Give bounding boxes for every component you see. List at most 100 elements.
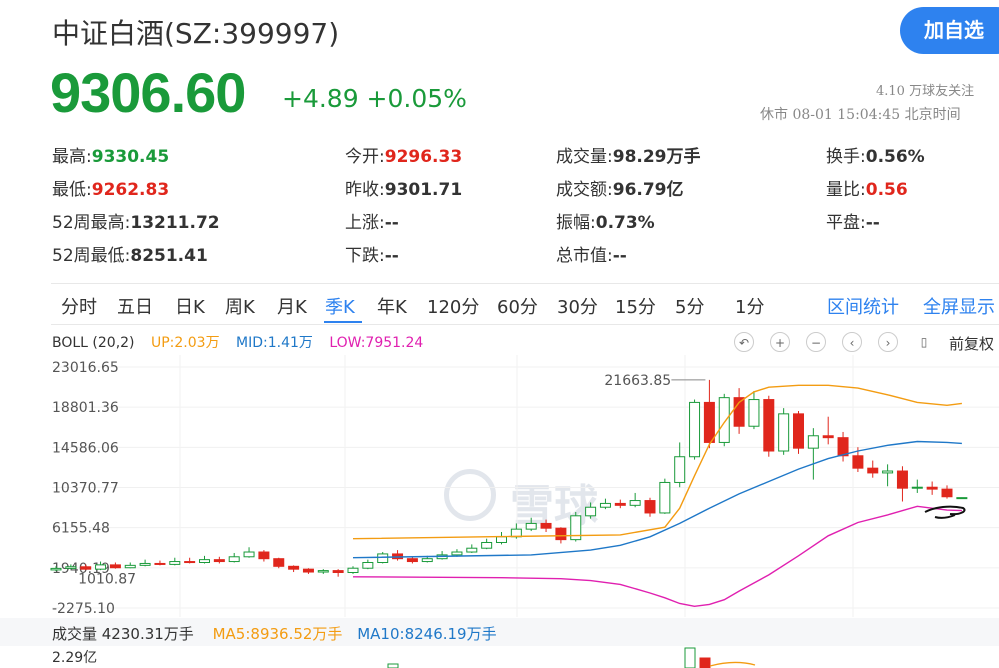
add-to-watchlist-button[interactable]: 加自选 [900,7,999,54]
tab-8[interactable]: 60分 [497,293,538,319]
candle-body [406,558,418,563]
stat-8: 52周最高:13211.72 [52,208,220,233]
candle-body [451,551,463,556]
tab-2[interactable]: 日K [175,293,205,319]
price-adjust-select[interactable]: 前复权 [949,333,994,354]
boll-mid-value: MID:1.41万 [236,335,313,351]
tab-0[interactable]: 分时 [61,293,97,319]
stat-label: 换手: [826,147,866,167]
candle-icon[interactable]: ▯ [914,332,934,352]
stat-12: 52周最低:8251.41 [52,241,208,266]
zoom-in-icon[interactable]: + [770,332,790,352]
max-price-annotation: 21663.85 [604,373,671,389]
candle-body [124,564,136,569]
stat-9: 上涨:-- [345,208,399,233]
candle-body [956,497,968,500]
stat-13: 下跌:-- [345,241,399,266]
tab-11[interactable]: 5分 [675,293,704,319]
scroll-right-icon[interactable]: › [878,332,898,352]
y-tick-label: 14586.06 [52,440,119,456]
volume-ma5-line [709,661,756,667]
candle-body [199,559,210,563]
stat-value: 13211.72 [130,213,220,233]
boll-mid-line [352,440,962,559]
stat-label: 成交量: [556,147,613,167]
candle-body [837,437,849,457]
candle-body [496,536,507,543]
stat-value: -- [384,213,399,233]
candle-body [882,470,894,474]
candle-body [585,506,597,517]
candle-body [258,551,270,560]
stat-11: 平盘:-- [826,208,880,233]
candle-body [169,561,181,565]
candle-body [273,558,285,567]
candle-body [184,561,196,564]
stat-value: 9330.45 [91,147,170,167]
follower-count[interactable]: 4.10 万球友关注 [876,80,974,99]
candle-body [481,541,493,549]
stat-3: 换手:0.56% [826,142,925,167]
kline-chart[interactable]: 23016.65 18801.36 14586.06 10370.77 6155.48 1… [0,355,999,617]
y-tick-label: 10370.77 [52,481,119,497]
volume-value: 成交量 4230.31万手 [52,625,194,643]
tab-7[interactable]: 120分 [427,293,479,319]
tab-5[interactable]: 季K [325,293,355,319]
stat-value: 9262.83 [91,180,170,200]
tab-12[interactable]: 1分 [735,293,764,319]
volume-bar [699,657,711,668]
min-price-annotation: 1010.87 [78,572,136,588]
stat-value: 0.56% [865,147,925,167]
indicator-name[interactable]: BOLL (20,2) [52,335,135,351]
tab-6[interactable]: 年K [377,293,407,319]
stat-4: 最低:9262.83 [52,175,169,200]
candle-body [793,413,804,449]
stat-label: 成交额: [556,180,613,200]
stat-label: 昨收: [345,180,385,200]
stat-label: 上涨: [345,213,385,233]
stat-value: 9296.33 [384,147,463,167]
price-change: +4.89 +0.05% [282,84,467,113]
fullscreen-link[interactable]: 全屏显示 [923,293,995,319]
stat-label: 52周最低: [52,246,131,266]
range-stats-link[interactable]: 区间统计 [827,293,899,319]
candle-body [748,399,760,427]
y-tick-label: 18801.36 [52,400,119,416]
candle-body [243,551,255,558]
stat-7: 量比:0.56 [826,175,908,200]
stat-6: 成交额:96.79亿 [556,175,684,200]
candle-body [213,559,225,563]
tab-3[interactable]: 周K [225,293,255,319]
stat-value: 98.29万手 [612,147,701,167]
stat-value: 96.79亿 [612,180,684,200]
stat-value: 8251.41 [130,246,208,266]
stat-label: 最高: [52,147,92,167]
candle-body [377,553,389,563]
tab-9[interactable]: 30分 [557,293,598,319]
candle-body [317,570,329,573]
active-tab-underline [324,321,362,323]
zoom-out-icon[interactable]: − [806,332,826,352]
candle-body [65,566,77,569]
stat-0: 最高:9330.45 [52,142,169,167]
candle-body [867,467,879,474]
scroll-left-icon[interactable]: ‹ [842,332,862,352]
tab-1[interactable]: 五日 [117,293,153,319]
tab-10[interactable]: 15分 [615,293,656,319]
boll-indicator-row: BOLL (20,2) UP:2.03万 MID:1.41万 LOW:7951.… [52,332,435,352]
stat-label: 下跌: [345,246,385,266]
stat-value: -- [865,213,880,233]
candle-body [362,561,374,569]
candle-body [778,413,790,452]
volume-ma5: MA5:8936.52万手 [212,625,343,643]
candle-body [629,500,641,506]
candle-body [689,401,701,458]
candle-body [911,486,923,489]
stat-14: 总市值:-- [556,241,627,266]
candle-body [555,527,567,541]
candle-body [466,547,478,553]
undo-icon[interactable]: ↶ [734,332,754,352]
tab-4[interactable]: 月K [277,293,307,319]
volume-ma10: MA10:8246.19万手 [357,625,497,643]
candle-body [80,566,92,570]
